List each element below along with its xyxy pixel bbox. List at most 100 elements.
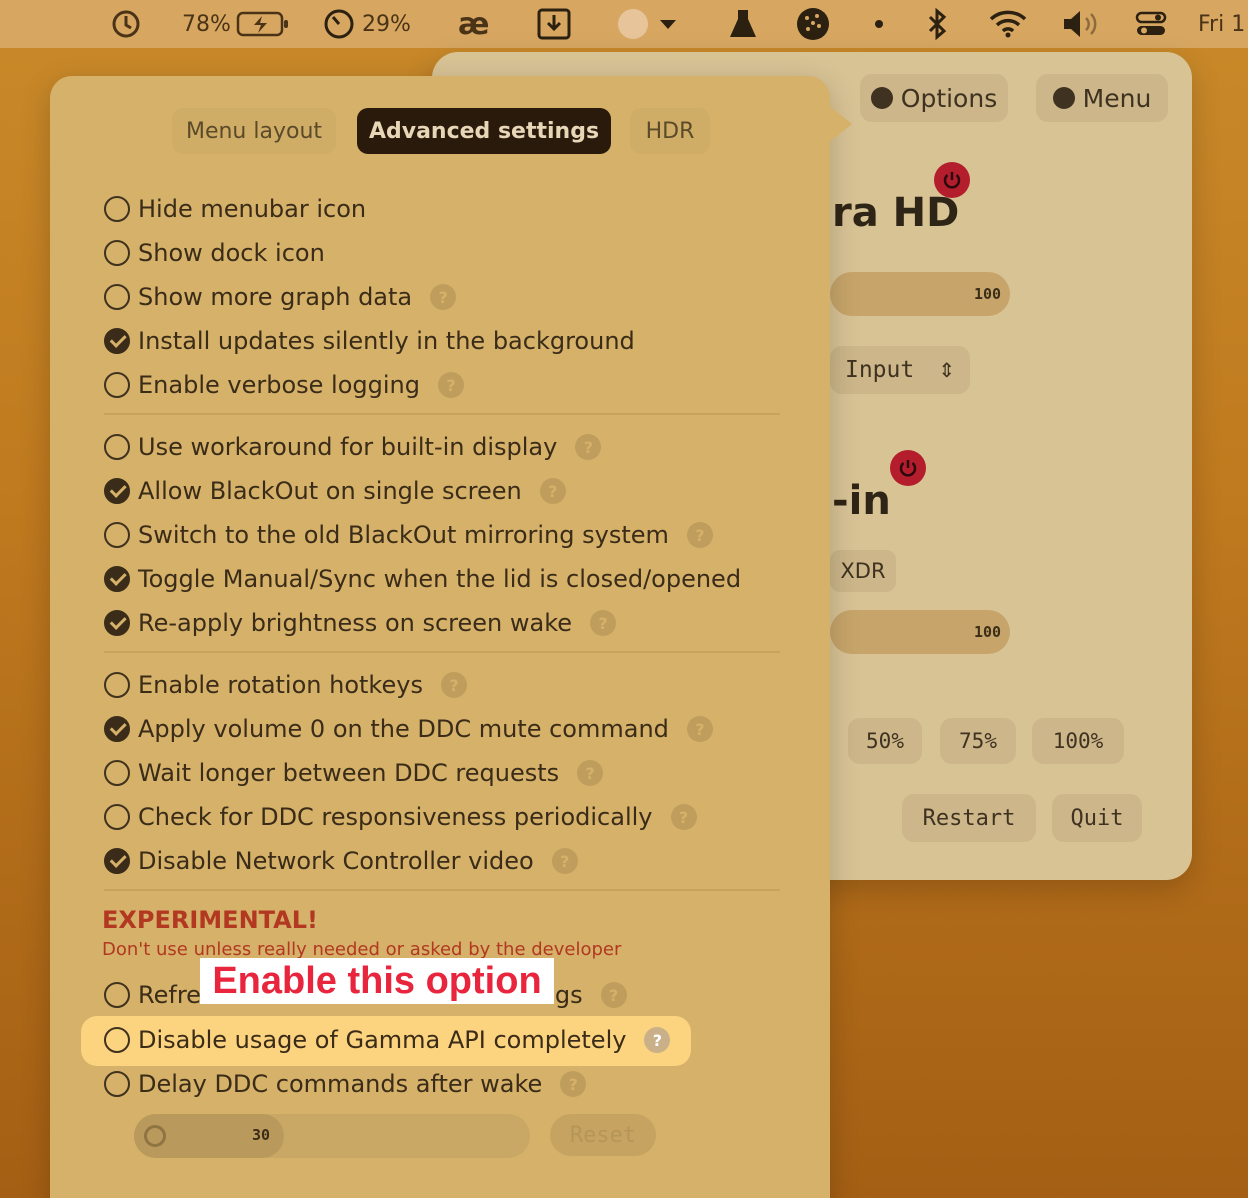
setting-allow-blackout-single-screen[interactable]: Allow BlackOut on single screen ? [104, 473, 566, 509]
checkbox[interactable] [104, 672, 130, 698]
help-icon[interactable]: ? [577, 760, 604, 786]
wifi-icon[interactable] [988, 0, 1028, 48]
menu-button[interactable]: Menu [1036, 74, 1168, 122]
annotation-callout: Enable this option [200, 958, 554, 1004]
divider [104, 651, 780, 653]
checkbox[interactable] [104, 196, 130, 222]
battery-icon[interactable] [236, 0, 290, 48]
checkbox[interactable] [104, 522, 130, 548]
checkbox-checked[interactable] [104, 716, 130, 742]
setting-old-blackout-mirroring[interactable]: Switch to the old BlackOut mirroring sys… [104, 517, 713, 553]
battery-percent[interactable]: 78% [182, 0, 231, 48]
setting-disable-network-controller-video[interactable]: Disable Network Controller video ? [104, 843, 578, 879]
tab-hdr[interactable]: HDR [630, 108, 710, 154]
control-center-icon[interactable] [1134, 0, 1168, 48]
help-icon[interactable]: ? [686, 716, 713, 742]
setting-label: Toggle Manual/Sync when the lid is close… [138, 565, 742, 593]
checkbox[interactable] [104, 434, 130, 460]
display2-name: -in [832, 478, 891, 524]
display2-brightness-value: 100 [974, 623, 1002, 641]
preset-50-button[interactable]: 50% [848, 718, 922, 764]
download-icon[interactable] [536, 0, 572, 48]
setting-toggle-manual-sync-lid[interactable]: Toggle Manual/Sync when the lid is close… [104, 561, 741, 597]
restart-button[interactable]: Restart [902, 794, 1036, 842]
setting-label: Show more graph data [138, 283, 413, 311]
experimental-subtitle: Don't use unless really needed or asked … [102, 939, 622, 960]
checkbox-checked[interactable] [104, 848, 130, 874]
divider [104, 413, 780, 415]
preset-100-button[interactable]: 100% [1032, 718, 1124, 764]
setting-enable-verbose-logging[interactable]: Enable verbose logging ? [104, 367, 464, 403]
setting-disable-gamma-api[interactable]: Disable usage of Gamma API completely ? [104, 1022, 671, 1058]
help-icon[interactable]: ? [539, 478, 566, 504]
time-machine-icon[interactable] [108, 0, 144, 48]
setting-rotation-hotkeys[interactable]: Enable rotation hotkeys ? [104, 667, 467, 703]
help-icon[interactable]: ? [670, 804, 697, 830]
reset-button[interactable]: Reset [550, 1114, 656, 1156]
setting-label: Delay DDC commands after wake [138, 1070, 543, 1098]
help-icon[interactable]: ? [644, 1027, 671, 1053]
help-icon[interactable]: ? [430, 284, 457, 310]
help-icon[interactable]: ? [575, 434, 602, 460]
delay-value: 30 [252, 1126, 271, 1144]
tab-advanced-settings[interactable]: Advanced settings [357, 108, 611, 154]
popover-arrow [822, 100, 852, 148]
delay-slider[interactable] [134, 1114, 530, 1158]
checkbox[interactable] [104, 1071, 130, 1097]
setting-label: Install updates silently in the backgrou… [138, 327, 635, 355]
setting-label: Show dock icon [138, 239, 325, 267]
timer-percent[interactable]: 29% [362, 0, 411, 48]
xdr-label: XDR [840, 559, 886, 583]
cookie-icon[interactable] [794, 0, 832, 48]
avatar-icon[interactable] [616, 0, 680, 48]
setting-delay-ddc-after-wake[interactable]: Delay DDC commands after wake ? [104, 1066, 587, 1102]
help-icon[interactable]: ? [686, 522, 713, 548]
setting-volume-zero-ddc-mute[interactable]: Apply volume 0 on the DDC mute command ? [104, 711, 713, 747]
setting-label: Disable usage of Gamma API completely [138, 1026, 627, 1054]
help-icon[interactable]: ? [440, 672, 467, 698]
display1-brightness-value: 100 [974, 285, 1002, 303]
help-icon[interactable]: ? [600, 982, 627, 1008]
checkbox[interactable] [104, 804, 130, 830]
help-icon[interactable]: ? [590, 610, 617, 636]
experimental-title: EXPERIMENTAL! [102, 906, 318, 934]
checkbox-checked[interactable] [104, 478, 130, 504]
help-icon[interactable]: ? [560, 1071, 587, 1097]
setting-install-updates-silently[interactable]: Install updates silently in the backgrou… [104, 323, 635, 359]
setting-show-dock-icon[interactable]: Show dock icon [104, 235, 325, 271]
checkbox[interactable] [104, 240, 130, 266]
setting-reapply-brightness-wake[interactable]: Re-apply brightness on screen wake ? [104, 605, 617, 641]
power-icon [943, 172, 961, 189]
checkbox[interactable] [104, 372, 130, 398]
options-button[interactable]: Options [860, 74, 1008, 122]
display2-power-button[interactable] [890, 450, 926, 486]
xdr-badge[interactable]: XDR [830, 550, 896, 592]
quit-button[interactable]: Quit [1052, 794, 1142, 842]
timer-icon[interactable] [322, 0, 356, 48]
setting-check-ddc-responsiveness[interactable]: Check for DDC responsiveness periodicall… [104, 799, 697, 835]
volume-icon[interactable] [1060, 0, 1104, 48]
setting-hide-menubar-icon[interactable]: Hide menubar icon [104, 191, 366, 227]
checkbox[interactable] [104, 982, 130, 1008]
tab-menu-layout[interactable]: Menu layout [172, 108, 336, 154]
setting-builtin-display-workaround[interactable]: Use workaround for built-in display ? [104, 429, 602, 465]
dot-icon[interactable] [874, 0, 884, 48]
bluetooth-icon[interactable] [924, 0, 950, 48]
setting-label: Hide menubar icon [138, 195, 367, 223]
setting-show-more-graph-data[interactable]: Show more graph data ? [104, 279, 457, 315]
help-icon[interactable]: ? [551, 848, 578, 874]
help-icon[interactable]: ? [437, 372, 464, 398]
checkbox[interactable] [104, 1027, 130, 1053]
checkbox-checked[interactable] [104, 328, 130, 354]
flask-icon[interactable] [728, 0, 758, 48]
menubar: 78% 29% æ Fri 1 [0, 0, 1248, 48]
clock[interactable]: Fri 1 [1198, 0, 1245, 48]
checkbox-checked[interactable] [104, 610, 130, 636]
ae-icon[interactable]: æ [458, 0, 489, 48]
setting-wait-longer-ddc[interactable]: Wait longer between DDC requests ? [104, 755, 604, 791]
preset-75-button[interactable]: 75% [940, 718, 1016, 764]
input-select[interactable]: Input ⇕ [830, 346, 970, 394]
checkbox[interactable] [104, 284, 130, 310]
checkbox[interactable] [104, 760, 130, 786]
checkbox-checked[interactable] [104, 566, 130, 592]
